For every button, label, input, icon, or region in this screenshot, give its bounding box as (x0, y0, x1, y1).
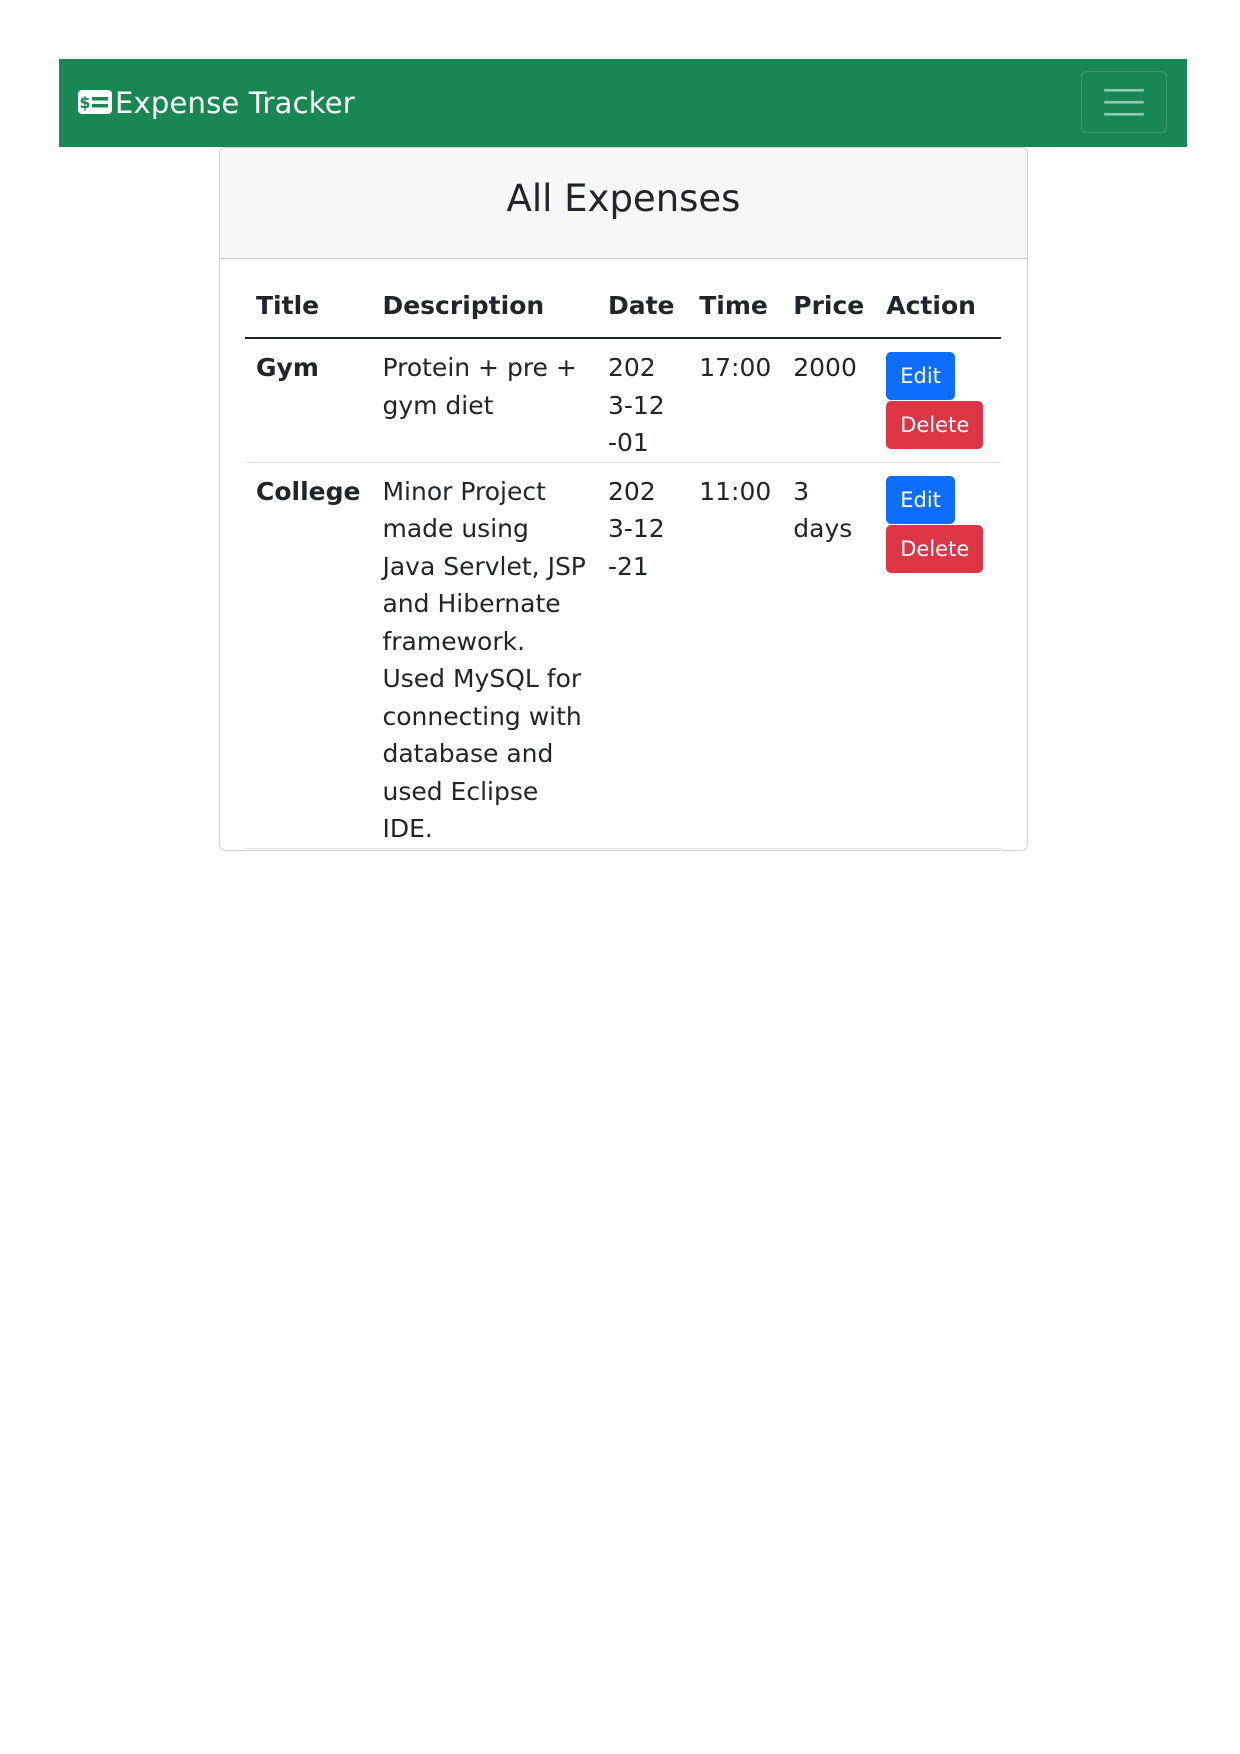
expense-date: 2023-12-21 (596, 462, 689, 849)
expense-title: College (245, 462, 372, 849)
expense-title: Gym (245, 338, 372, 463)
header-date: Date (596, 291, 689, 339)
expense-price: 2000 (782, 338, 876, 463)
header-action: Action (875, 291, 1001, 339)
header-price: Price (782, 291, 876, 339)
cash-icon: $ (78, 90, 112, 114)
expense-description: Protein + pre + gym diet (371, 338, 597, 463)
expenses-card: All Expenses Title Description Date Time… (219, 147, 1028, 851)
delete-button[interactable]: Delete (886, 524, 984, 573)
delete-button[interactable]: Delete (886, 401, 984, 449)
hamburger-menu-icon (1104, 89, 1144, 116)
header-description: Description (371, 291, 597, 339)
date-value: 2023-12-21 (607, 476, 665, 581)
page-title: All Expenses (506, 176, 741, 220)
expense-description: Minor Project made using Java Servlet, J… (371, 462, 597, 849)
table-row: Gym Protein + pre + gym diet 2023-12-01 … (245, 338, 1001, 463)
navbar-toggler-button[interactable] (1081, 71, 1167, 133)
price-value: 3 days (793, 476, 853, 544)
edit-button[interactable]: Edit (886, 352, 955, 400)
expenses-table: Title Description Date Time Price Action… (245, 291, 1001, 849)
expense-time: 11:00 (688, 462, 783, 849)
card-body: Title Description Date Time Price Action… (220, 291, 1027, 849)
expense-actions: Edit Delete (875, 338, 1001, 463)
navbar: $ Expense Tracker (59, 59, 1187, 147)
table-header-row: Title Description Date Time Price Action (245, 291, 1001, 339)
brand-label: Expense Tracker (115, 86, 355, 120)
expense-time: 17:00 (688, 338, 783, 463)
date-value: 2023-12-01 (607, 353, 665, 457)
edit-button[interactable]: Edit (886, 475, 955, 524)
brand-link[interactable]: $ Expense Tracker (77, 59, 355, 147)
table-row: College Minor Project made using Java Se… (245, 462, 1001, 849)
expense-date: 2023-12-01 (596, 338, 689, 463)
card-header: All Expenses (220, 148, 1027, 259)
expense-price: 3 days (782, 462, 876, 849)
expense-actions: Edit Delete (875, 462, 1001, 849)
svg-text:$: $ (79, 93, 90, 112)
header-time: Time (688, 291, 783, 339)
header-title: Title (245, 291, 372, 339)
